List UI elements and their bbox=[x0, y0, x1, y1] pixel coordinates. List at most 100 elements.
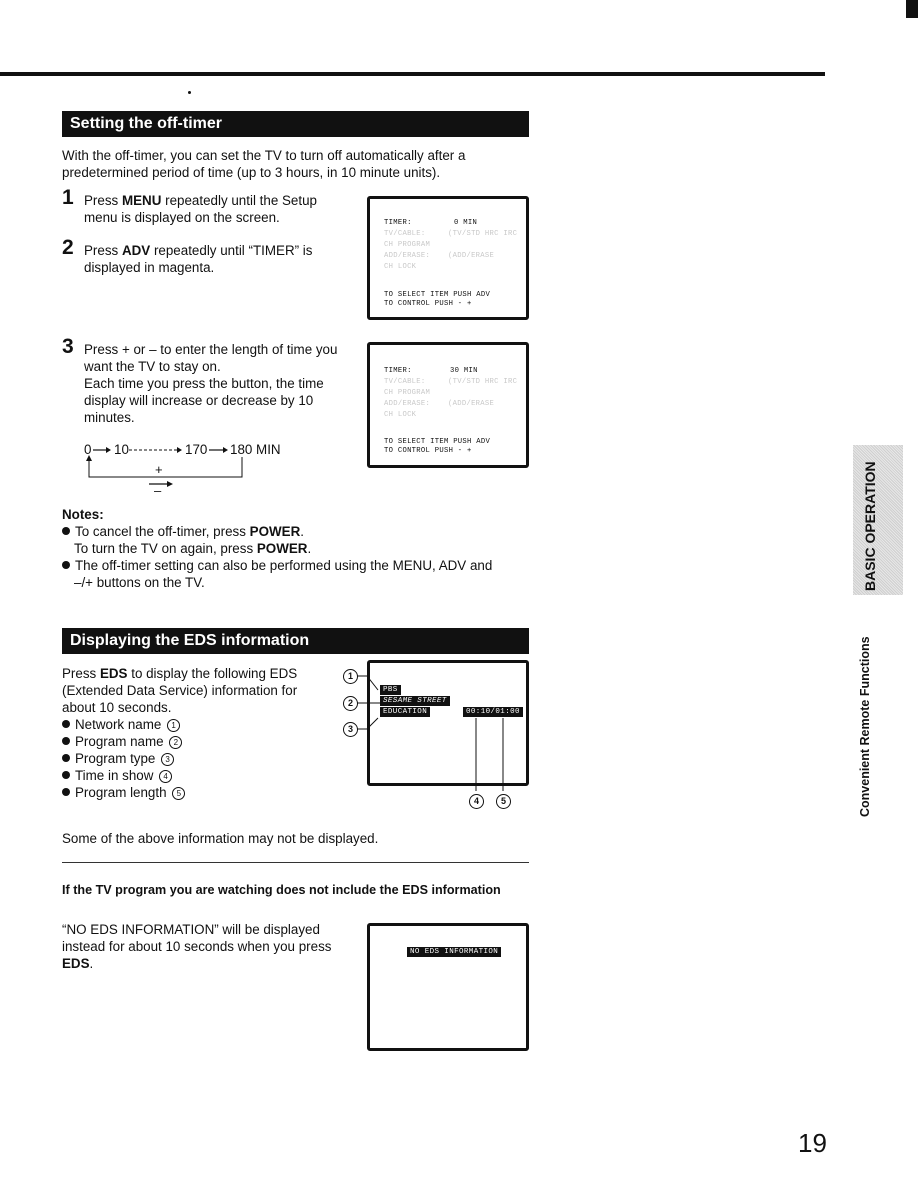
key-name: POWER bbox=[249, 524, 301, 539]
minus-sign: – bbox=[154, 483, 162, 498]
note-item: To cancel the off-timer, press POWER. bbox=[62, 523, 532, 540]
eds-item-label: Network name bbox=[75, 717, 162, 732]
eds-item-label: Program type bbox=[75, 751, 156, 766]
corner-marker bbox=[906, 0, 918, 18]
osd-dim-item: CH PROGRAM bbox=[384, 241, 431, 249]
sequence-value: 170 bbox=[185, 442, 208, 457]
note-item-cont: To turn the TV on again, press POWER. bbox=[74, 541, 312, 556]
side-tab: BASIC OPERATION bbox=[853, 445, 903, 595]
chapter-label: Convenient Remote Functions bbox=[858, 636, 872, 817]
osd-dim-item: (TV/STD HRC IRC bbox=[448, 378, 518, 386]
text: Press bbox=[84, 193, 122, 208]
key-name: POWER bbox=[256, 541, 308, 556]
eds-item: Program length 5 bbox=[62, 784, 332, 801]
section-header-off-timer: Setting the off-timer bbox=[62, 111, 529, 137]
eds-screen-diagram: PBS SESAME STREET EDUCATION 00:10/01:00 … bbox=[340, 660, 535, 820]
text: to display the following EDS bbox=[127, 666, 298, 681]
step-number: 3 bbox=[62, 335, 74, 358]
timer-sequence-diagram: 0 10 170 180 MIN + – bbox=[84, 440, 304, 498]
callout-number: 1 bbox=[167, 719, 181, 732]
eds-item: Time in show 4 bbox=[62, 767, 332, 784]
step-3: 3 Press + or – to enter the length of ti… bbox=[62, 335, 362, 426]
plus-sign: + bbox=[155, 462, 163, 477]
eds-item-label: Program name bbox=[75, 734, 164, 749]
bullet-icon bbox=[62, 771, 70, 779]
key-name: MENU bbox=[121, 193, 162, 208]
bullet-icon bbox=[62, 720, 70, 728]
text: about 10 seconds. bbox=[62, 700, 172, 715]
text: Press + or – to enter the length of time… bbox=[84, 342, 338, 374]
note-item: The off-timer setting can also be perfor… bbox=[62, 557, 532, 574]
sequence-value: 180 MIN bbox=[230, 442, 281, 457]
osd-timer-value: 30 MIN bbox=[450, 367, 478, 375]
step-text: Press MENU repeatedly until the Setup me… bbox=[84, 192, 354, 226]
intro-line: predetermined period of time (up to 3 ho… bbox=[62, 165, 441, 180]
intro-line: With the off-timer, you can set the TV t… bbox=[62, 148, 466, 163]
osd-timer-value: 0 MIN bbox=[454, 219, 478, 227]
text: Each time you press the button, the time… bbox=[84, 376, 324, 425]
eds-intro: Press EDS to display the following EDS (… bbox=[62, 665, 332, 801]
top-rule bbox=[0, 72, 825, 76]
callout-2: 2 bbox=[343, 696, 358, 711]
eds-item: Network name 1 bbox=[62, 716, 332, 733]
no-eds-heading: If the TV program you are watching does … bbox=[62, 883, 501, 897]
sequence-value: 0 bbox=[84, 442, 92, 457]
text: instead for about 10 seconds when you pr… bbox=[62, 939, 332, 954]
speck bbox=[188, 91, 191, 94]
text: The off-timer setting can also be perfor… bbox=[75, 558, 493, 573]
notes-title: Notes: bbox=[62, 507, 104, 522]
eds-item: Program name 2 bbox=[62, 733, 332, 750]
callout-number: 3 bbox=[161, 753, 175, 766]
step-text: Press + or – to enter the length of time… bbox=[84, 341, 349, 426]
callout-4: 4 bbox=[469, 794, 484, 809]
text: (Extended Data Service) information for bbox=[62, 683, 298, 698]
step-number: 2 bbox=[62, 236, 74, 259]
section-title: Setting the off-timer bbox=[70, 115, 222, 132]
tv-screen-no-eds: NO EDS INFORMATION bbox=[367, 923, 529, 1051]
osd-help: TO CONTROL PUSH - + bbox=[384, 447, 472, 455]
divider bbox=[62, 862, 529, 863]
text: To cancel the off-timer, press bbox=[75, 524, 250, 539]
bullet-icon bbox=[62, 754, 70, 762]
note-item-cont: –/+ buttons on the TV. bbox=[74, 575, 205, 590]
step-2: 2 Press ADV repeatedly until “TIMER” is … bbox=[62, 236, 362, 282]
osd-dim-item: TV/CABLE: bbox=[384, 230, 426, 238]
side-tab-label: BASIC OPERATION bbox=[862, 461, 878, 591]
osd-dim-item: CH LOCK bbox=[384, 263, 417, 271]
sequence-value: 10 bbox=[114, 442, 129, 457]
step-1: 1 Press MENU repeatedly until the Setup … bbox=[62, 186, 362, 232]
osd-dim-item: ADD/ERASE: bbox=[384, 252, 431, 260]
osd-dim-item: (ADD/ERASE bbox=[448, 252, 495, 260]
off-timer-intro: With the off-timer, you can set the TV t… bbox=[62, 147, 532, 181]
callout-3: 3 bbox=[343, 722, 358, 737]
osd-dim-item: TV/CABLE: bbox=[384, 378, 426, 386]
eds-item-label: Time in show bbox=[75, 768, 154, 783]
step-text: Press ADV repeatedly until “TIMER” is di… bbox=[84, 242, 344, 276]
step-number: 1 bbox=[62, 186, 74, 209]
section-title: Displaying the EDS information bbox=[70, 632, 310, 649]
osd-dim-item: (ADD/ERASE bbox=[448, 400, 495, 408]
osd-help: TO CONTROL PUSH - + bbox=[384, 300, 472, 308]
tv-screen-timer-30: TIMER: 30 MIN TV/CABLE: (TV/STD HRC IRC … bbox=[367, 342, 529, 468]
text: Press bbox=[84, 243, 122, 258]
osd-dim-item: CH PROGRAM bbox=[384, 389, 431, 397]
key-name: EDS bbox=[62, 956, 90, 971]
bullet-icon bbox=[62, 737, 70, 745]
page-number: 19 bbox=[798, 1128, 827, 1158]
callout-1: 1 bbox=[343, 669, 358, 684]
text: “NO EDS INFORMATION” will be displayed bbox=[62, 922, 320, 937]
callout-number: 2 bbox=[169, 736, 183, 749]
section-header-eds: Displaying the EDS information bbox=[62, 628, 529, 654]
callout-5: 5 bbox=[496, 794, 511, 809]
text: To turn the TV on again, press bbox=[74, 541, 257, 556]
eds-item: Program type 3 bbox=[62, 750, 332, 767]
bullet-icon bbox=[62, 527, 70, 535]
key-name: EDS bbox=[99, 666, 128, 681]
osd-dim-item: (TV/STD HRC IRC bbox=[448, 230, 518, 238]
bullet-icon bbox=[62, 561, 70, 569]
text: Press bbox=[62, 666, 100, 681]
osd-no-eds: NO EDS INFORMATION bbox=[407, 947, 502, 957]
eds-footnote: Some of the above information may not be… bbox=[62, 831, 379, 846]
osd-dim-item: ADD/ERASE: bbox=[384, 400, 431, 408]
no-eds-text: “NO EDS INFORMATION” will be displayed i… bbox=[62, 921, 362, 972]
